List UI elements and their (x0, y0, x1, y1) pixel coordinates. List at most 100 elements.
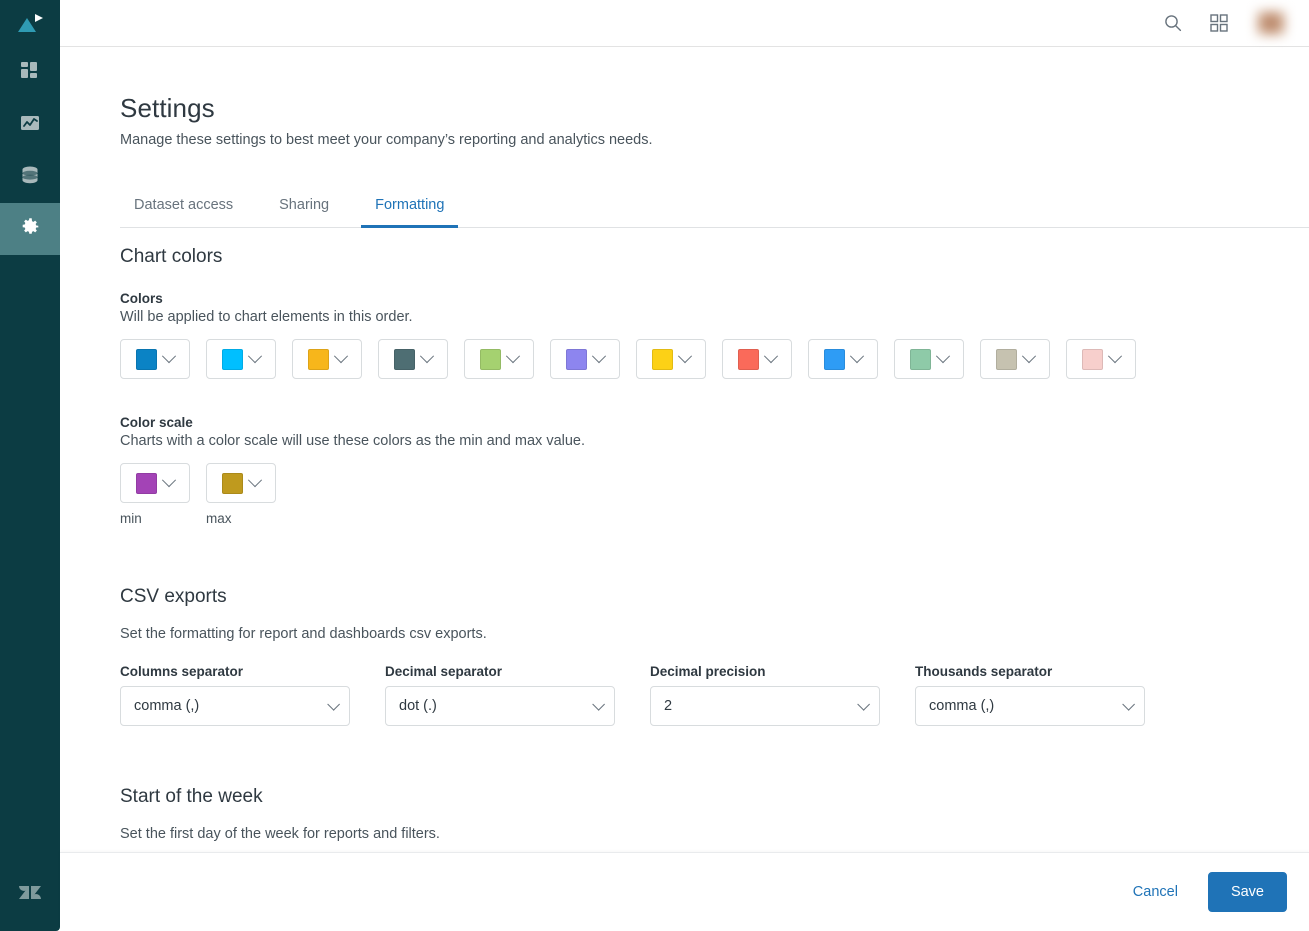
chart-color-picker-12[interactable] (1066, 339, 1136, 379)
color-swatch (308, 348, 329, 370)
chevron-down-icon (935, 349, 951, 364)
sidebar-item-reports[interactable] (0, 99, 60, 151)
csv-export-fields: Columns separator comma (,) Decimal separa… (120, 664, 1249, 726)
color-swatch (738, 348, 759, 370)
sidebar-item-datasets[interactable] (0, 151, 60, 203)
color-swatch (652, 348, 673, 370)
zendesk-logo-icon (0, 861, 60, 921)
color-swatch (394, 348, 415, 370)
chevron-down-icon (677, 349, 693, 364)
sidebar (0, 0, 60, 931)
chevron-down-icon (1122, 697, 1135, 711)
action-footer: Cancel Save (60, 852, 1309, 931)
csv-field-label-0: Columns separator (120, 664, 244, 679)
color-scale-caption-max: max (206, 511, 232, 526)
tab-formatting[interactable]: Formatting (361, 187, 459, 228)
settings-content: Settings Manage these settings to best m… (60, 47, 1309, 931)
chevron-down-icon (849, 349, 865, 364)
chevron-down-icon (591, 349, 607, 364)
page-subtitle: Manage these settings to best meet your … (120, 132, 653, 148)
color-scale-caption-min: min (120, 511, 142, 526)
section-title-chart-colors: Chart colors (120, 246, 223, 267)
chart-color-picker-2[interactable] (206, 339, 276, 379)
chart-color-picker-7[interactable] (636, 339, 706, 379)
dashboard-grid-icon (19, 60, 41, 87)
color-swatch (136, 472, 157, 494)
chevron-down-icon (161, 473, 177, 488)
color-swatch (566, 348, 587, 370)
page-title: Settings (120, 93, 215, 123)
avatar[interactable] (1255, 9, 1287, 37)
color-scale-description: Charts with a color scale will use these… (120, 433, 586, 449)
csv-field-select-1[interactable]: dot (.) (385, 686, 615, 726)
sidebar-item-settings[interactable] (0, 203, 60, 255)
chevron-down-icon (505, 349, 521, 364)
chevron-down-icon (1107, 349, 1123, 364)
color-scale-group-max: max (206, 463, 276, 526)
apps-grid-icon[interactable] (1201, 5, 1237, 41)
color-scale-label: Color scale (120, 415, 193, 430)
chart-color-picker-4[interactable] (378, 339, 448, 379)
chart-color-picker-6[interactable] (550, 339, 620, 379)
chevron-down-icon (1021, 349, 1037, 364)
csv-field-group-3: Thousands separator comma (,) (915, 664, 1145, 726)
save-button[interactable]: Save (1207, 872, 1287, 912)
gear-icon (18, 215, 42, 244)
color-scale-picker-max[interactable] (206, 463, 276, 503)
tab-dataset-access[interactable]: Dataset access (120, 187, 247, 228)
chevron-down-icon (419, 349, 435, 364)
tab-sharing[interactable]: Sharing (265, 187, 343, 228)
csv-field-value-0: comma (,) (134, 698, 200, 714)
color-scale-picker-min[interactable] (120, 463, 190, 503)
settings-tabs: Dataset access Sharing Formatting (120, 186, 1309, 228)
chevron-down-icon (161, 349, 177, 364)
csv-field-select-2[interactable]: 2 (650, 686, 880, 726)
chart-color-picker-8[interactable] (722, 339, 792, 379)
color-swatch (910, 348, 931, 370)
chart-color-picker-11[interactable] (980, 339, 1050, 379)
csv-field-value-3: comma (,) (929, 698, 995, 714)
color-swatch (136, 348, 157, 370)
chevron-down-icon (247, 349, 263, 364)
database-icon (19, 164, 41, 191)
main-area: Settings Manage these settings to best m… (60, 0, 1309, 931)
chart-color-picker-10[interactable] (894, 339, 964, 379)
color-scale-group-min: min (120, 463, 190, 526)
chevron-down-icon (592, 697, 605, 711)
cancel-button[interactable]: Cancel (1117, 874, 1194, 910)
search-icon[interactable] (1155, 5, 1191, 41)
chart-color-picker-9[interactable] (808, 339, 878, 379)
csv-field-group-1: Decimal separator dot (.) (385, 664, 615, 726)
chevron-down-icon (763, 349, 779, 364)
csv-field-value-1: dot (.) (399, 698, 437, 714)
chevron-down-icon (247, 473, 263, 488)
sidebar-item-dashboards[interactable] (0, 47, 60, 99)
csv-field-group-2: Decimal precision 2 (650, 664, 880, 726)
csv-field-select-0[interactable]: comma (,) (120, 686, 350, 726)
explore-triangle-logo-icon[interactable] (0, 0, 60, 47)
color-swatch (996, 348, 1017, 370)
chart-color-picker-1[interactable] (120, 339, 190, 379)
color-swatch (222, 472, 243, 494)
color-swatch (480, 348, 501, 370)
color-swatch (824, 348, 845, 370)
csv-field-label-2: Decimal precision (650, 664, 766, 679)
colors-description: Will be applied to chart elements in thi… (120, 309, 413, 325)
chart-color-swatch-row (120, 339, 1249, 379)
section-title-csv-exports: CSV exports (120, 586, 227, 607)
chevron-down-icon (333, 349, 349, 364)
color-swatch (1082, 348, 1103, 370)
csv-field-label-1: Decimal separator (385, 664, 503, 679)
app-root: Settings Manage these settings to best m… (0, 0, 1309, 931)
csv-field-select-3[interactable]: comma (,) (915, 686, 1145, 726)
chart-color-picker-3[interactable] (292, 339, 362, 379)
color-scale-row: min max (120, 463, 1249, 526)
start-of-week-description: Set the first day of the week for report… (120, 826, 440, 842)
csv-field-value-2: 2 (664, 698, 673, 714)
top-bar (60, 0, 1309, 47)
section-title-start-of-week: Start of the week (120, 786, 263, 807)
chart-line-icon (19, 112, 41, 139)
chart-color-picker-5[interactable] (464, 339, 534, 379)
chevron-down-icon (857, 697, 870, 711)
